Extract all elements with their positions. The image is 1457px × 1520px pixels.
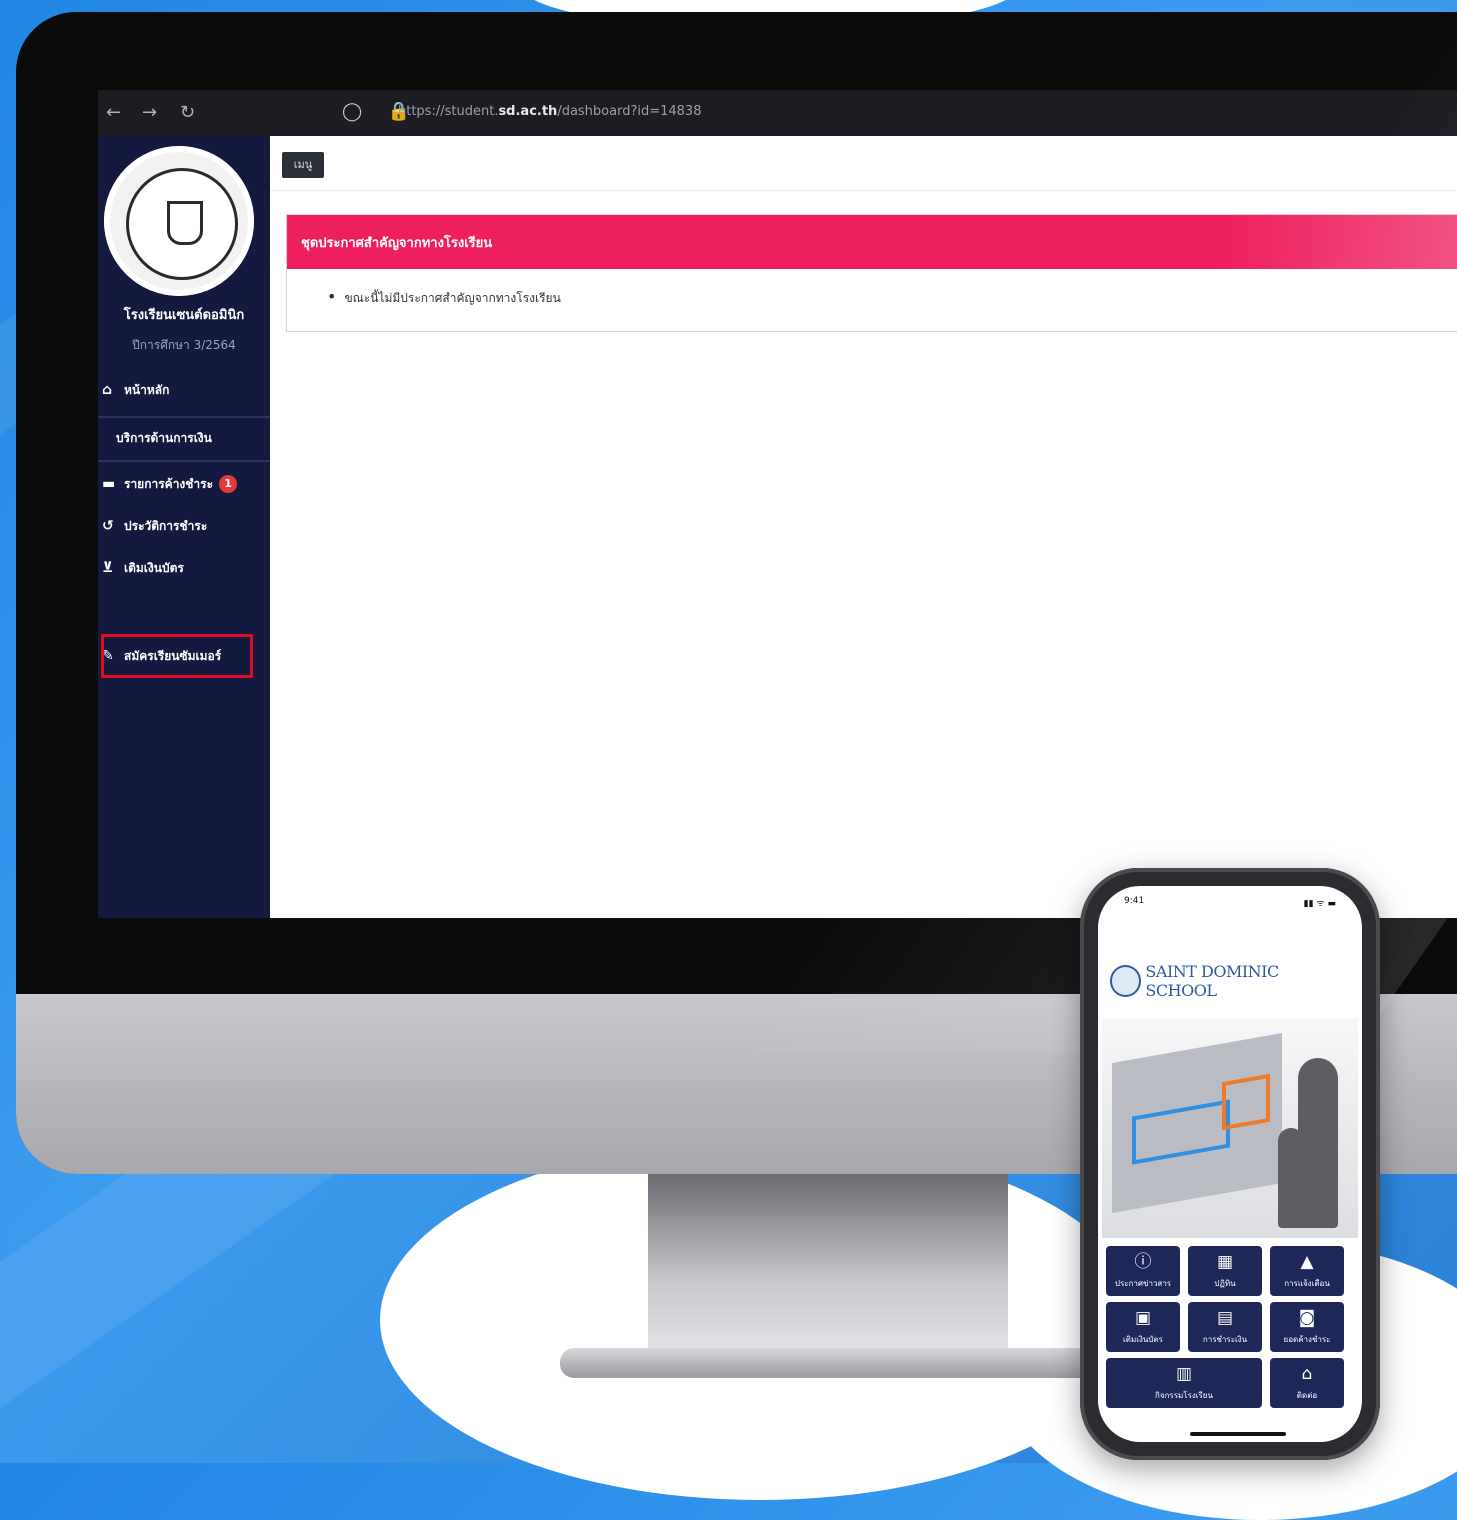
announcement-item: ขณะนี้ไม่มีประกาศสำคัญจากทางโรงเรียน — [344, 291, 561, 305]
school-name: โรงเรียนเซนต์ดอมินิก — [123, 308, 245, 323]
status-icons: ▮▮ ᯤ ▬ — [1303, 899, 1336, 909]
tile-label: เติมเงินบัตร — [1123, 1335, 1163, 1344]
building-orange-frame — [1222, 1073, 1270, 1131]
wallet-icon: ▣ — [1134, 1308, 1152, 1328]
status-time: 9:41 — [1124, 896, 1145, 906]
sidebar-item-label: เติมเงินบัตร — [124, 560, 184, 575]
sidebar-item-home[interactable]: ⌂ หน้าหลัก — [102, 372, 169, 408]
card-icon: ▬ — [102, 476, 116, 492]
bullet-icon: • — [327, 287, 337, 306]
calendar-icon: ▦ — [1216, 1252, 1234, 1272]
smartphone: 9:41 ▮▮ ᯤ ▬ SAINT DOMINIC SCHOOL ⓘ ประกา… — [1080, 868, 1380, 1460]
forward-button[interactable]: → — [142, 102, 157, 123]
monitor-stand-neck — [648, 1174, 1008, 1354]
history-icon: ↺ — [102, 518, 114, 534]
url-path: /dashboard?id=14838 — [557, 104, 702, 119]
reload-button[interactable]: ↻ — [180, 102, 195, 123]
tile-calendar[interactable]: ▦ ปฏิทิน — [1188, 1246, 1262, 1296]
highlight-box — [101, 634, 253, 678]
sidebar-divider — [98, 460, 270, 462]
tile-notifications[interactable]: ▲ การแจ้งเตือน — [1270, 1246, 1344, 1296]
home-indicator — [1190, 1432, 1286, 1436]
tile-label: การแจ้งเตือน — [1284, 1279, 1330, 1288]
header-divider — [270, 190, 1457, 191]
sidebar-divider — [98, 416, 270, 418]
sidebar-item-label: รายการค้างชำระ — [124, 476, 214, 491]
tile-label: ประกาศข่าวสาร — [1114, 1279, 1172, 1288]
home-icon: ⌂ — [102, 382, 113, 398]
tile-contact[interactable]: ⌂ ติดต่อ — [1270, 1358, 1344, 1408]
tile-activities[interactable]: ▥ กิจกรรมโรงเรียน — [1106, 1358, 1262, 1408]
tile-payment[interactable]: ▤ การชำระเงิน — [1188, 1302, 1262, 1352]
sidebar-item-payment-history[interactable]: ↺ ประวัติการชำระ — [102, 508, 207, 544]
tile-news[interactable]: ⓘ ประกาศข่าวสาร — [1106, 1246, 1180, 1296]
app-brand-row: SAINT DOMINIC SCHOOL — [1110, 962, 1350, 1000]
url-prefix: https://student. — [398, 104, 499, 119]
statue-figure — [1278, 1128, 1304, 1228]
school-seal-logo — [104, 146, 254, 296]
browser-toolbar: ← → ↻ ◯ 🔒 https://student.sd.ac.th/dashb… — [98, 90, 1457, 136]
tile-label: การชำระเงิน — [1202, 1335, 1248, 1344]
app-brand-name: SAINT DOMINIC SCHOOL — [1145, 962, 1279, 1000]
phone-status-bar: 9:41 ▮▮ ᯤ ▬ — [1124, 896, 1336, 909]
sidebar-section-finance: บริการด้านการเงิน — [116, 420, 212, 456]
academic-term: ปีการศึกษา 3/2564 — [132, 338, 236, 352]
id-card-icon: ▤ — [1216, 1308, 1234, 1328]
url-domain: sd.ac.th — [498, 104, 558, 119]
seal-inner-ring — [126, 168, 238, 280]
tile-topup[interactable]: ▣ เติมเงินบัตร — [1106, 1302, 1180, 1352]
address-bar[interactable]: https://student.sd.ac.th/dashboard?id=14… — [398, 104, 701, 119]
tile-label: ติดต่อ — [1296, 1391, 1318, 1400]
sidebar: โรงเรียนเซนต์ดอมินิก ปีการศึกษา 3/2564 ⌂… — [98, 136, 270, 918]
activity-icon: ▥ — [1175, 1364, 1193, 1384]
cart-icon: ⊻ — [102, 560, 114, 576]
tile-outstanding[interactable]: ◙ ยอดค้างชำระ — [1270, 1302, 1344, 1352]
sidebar-item-topup[interactable]: ⊻ เติมเงินบัตร — [102, 550, 184, 586]
monitor-stand-base — [560, 1348, 1100, 1378]
statue-figure — [1298, 1058, 1338, 1228]
info-icon: ⓘ — [1134, 1252, 1152, 1272]
crest-icon — [167, 201, 203, 245]
menu-toggle-button[interactable]: เมนู — [282, 152, 324, 178]
sidebar-item-label: ประวัติการชำระ — [124, 518, 208, 533]
sidebar-item-label: หน้าหลัก — [124, 382, 170, 397]
tile-label: ยอดค้างชำระ — [1283, 1335, 1331, 1344]
school-icon: ⌂ — [1301, 1364, 1313, 1384]
back-button[interactable]: ← — [106, 102, 121, 123]
tile-label: ปฏิทิน — [1214, 1279, 1236, 1288]
bell-icon: ▲ — [1300, 1252, 1314, 1272]
cash-icon: ◙ — [1298, 1308, 1316, 1328]
outstanding-count-badge: 1 — [219, 475, 238, 493]
tile-label: กิจกรรมโรงเรียน — [1155, 1391, 1213, 1400]
sidebar-item-outstanding[interactable]: ▬ รายการค้างชำระ 1 — [102, 466, 238, 502]
school-building-photo — [1102, 1018, 1358, 1238]
sidebar-section-label: บริการด้านการเงิน — [116, 430, 212, 445]
phone-screen: 9:41 ▮▮ ᯤ ▬ SAINT DOMINIC SCHOOL ⓘ ประกา… — [1098, 886, 1362, 1442]
shield-icon: ◯ — [342, 101, 373, 122]
school-logo-icon — [1110, 965, 1142, 997]
